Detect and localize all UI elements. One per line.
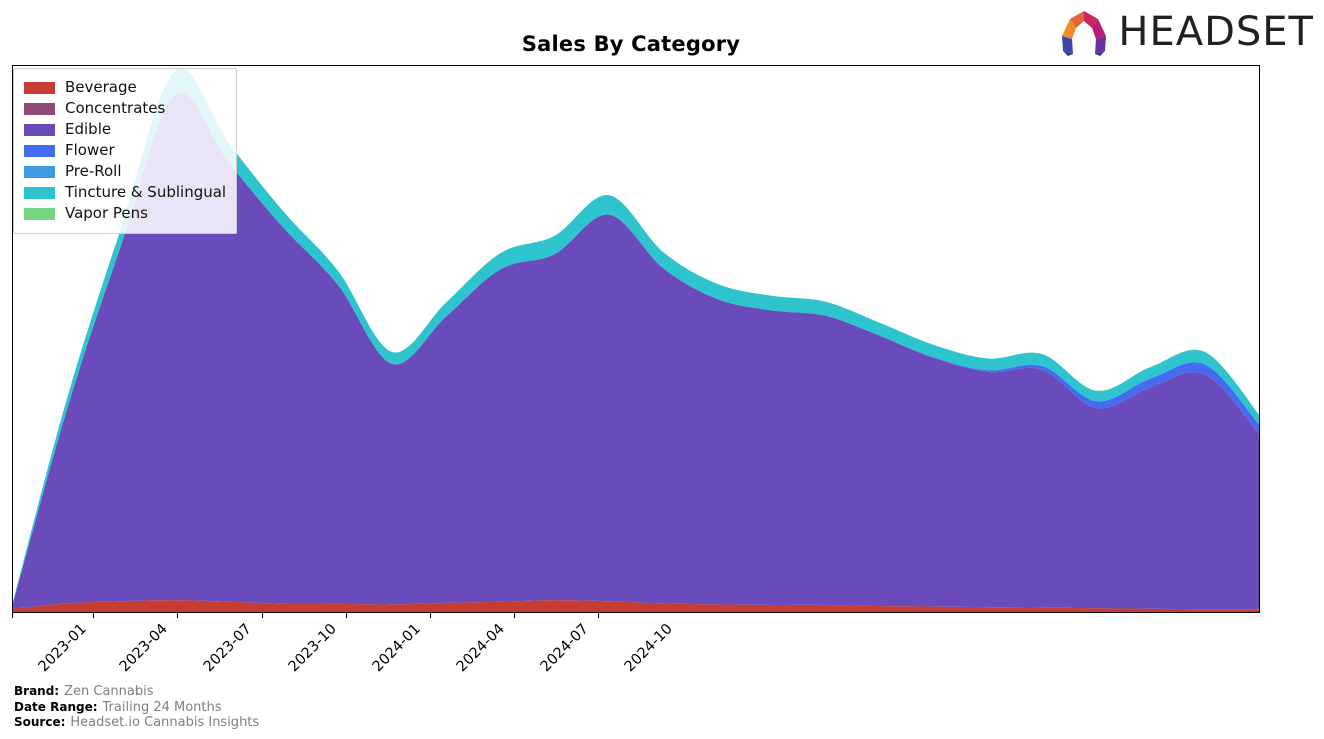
- x-axis-tick-mark: [93, 613, 95, 618]
- x-axis-tick-label: 2023-01: [35, 621, 90, 676]
- x-axis-tick-label: 2024-10: [621, 621, 676, 676]
- legend-item-label: Flower: [65, 141, 115, 159]
- headset-wordmark: HEADSET: [1118, 8, 1314, 55]
- headset-arch-logo-icon: [1062, 11, 1107, 56]
- x-axis-tick-label: 2024-01: [369, 621, 424, 676]
- legend-item[interactable]: Vapor Pens: [24, 203, 226, 224]
- legend-item-label: Tincture & Sublingual: [65, 183, 227, 201]
- legend-item-label: Beverage: [65, 78, 137, 96]
- legend-item[interactable]: Beverage: [24, 77, 226, 98]
- footer-key: Date Range:: [14, 699, 98, 714]
- legend-color-swatch: [24, 123, 55, 136]
- footer-key: Source:: [14, 715, 66, 730]
- legend-color-swatch: [24, 207, 55, 220]
- footer-value: Trailing 24 Months: [102, 699, 222, 715]
- x-axis-tick-label: 2024-04: [453, 621, 508, 676]
- x-axis-tick-mark: [261, 613, 263, 618]
- legend-item-label: Concentrates: [65, 99, 166, 117]
- legend-color-swatch: [24, 165, 55, 178]
- legend-item[interactable]: Flower: [24, 140, 226, 161]
- legend-item-label: Edible: [65, 120, 112, 138]
- footer-row: Source: Headset.io Cannabis Insights: [14, 715, 259, 731]
- x-axis-tick-label: 2024-07: [537, 621, 592, 676]
- legend-item[interactable]: Edible: [24, 119, 226, 140]
- footer-value: Headset.io Cannabis Insights: [70, 715, 260, 731]
- legend-item[interactable]: Pre-Roll: [24, 161, 226, 182]
- footer-row: Brand: Zen Cannabis: [14, 684, 259, 700]
- x-axis-tick-label: 2023-04: [117, 621, 172, 676]
- x-axis-tick-mark: [345, 613, 347, 618]
- legend-color-swatch: [24, 102, 55, 115]
- legend-item[interactable]: Tincture & Sublingual: [24, 182, 226, 203]
- x-axis-tick-label: 2023-07: [201, 621, 256, 676]
- legend-item-label: Pre-Roll: [65, 162, 122, 180]
- x-axis-tick-label: 2023-10: [285, 621, 340, 676]
- x-axis-tick-mark: [12, 613, 13, 618]
- headset-brand-logo: HEADSET: [1056, 8, 1314, 58]
- legend-color-swatch: [24, 144, 55, 157]
- legend-color-swatch: [24, 81, 55, 94]
- x-axis-tick-mark: [598, 613, 600, 618]
- x-axis-tick-mark: [429, 613, 431, 618]
- legend-color-swatch: [24, 186, 55, 199]
- x-axis: 2023-01 2023-04 2023-07 2023-10 2024-01 2024-…: [12, 613, 1260, 683]
- x-axis-tick-mark: [177, 613, 179, 618]
- footer-value: Zen Cannabis: [64, 684, 154, 699]
- chart-footer: Brand: Zen Cannabis Date Range: Trailing 24…: [14, 684, 259, 731]
- legend-item-label: Vapor Pens: [65, 204, 148, 222]
- chart-legend: Beverage Concentrates Edible Flower Pre-Roll…: [13, 68, 238, 234]
- x-axis-tick-mark: [513, 613, 515, 618]
- legend-item[interactable]: Concentrates: [24, 98, 226, 119]
- footer-row: Date Range: Trailing 24 Months: [14, 700, 259, 716]
- footer-key: Brand:: [14, 684, 60, 698]
